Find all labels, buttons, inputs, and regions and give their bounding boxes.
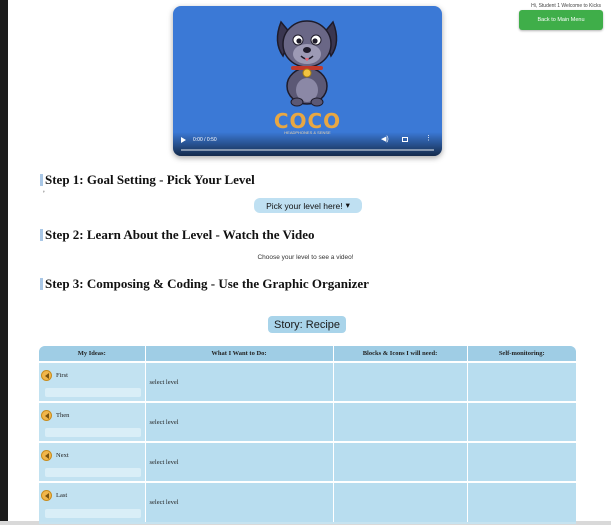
level-picker-label: Pick your level here! [266,200,343,211]
step-2-heading: Step 2: Learn About the Level - Watch th… [40,227,315,243]
action-cell[interactable]: select level [145,361,334,402]
more-options-icon[interactable]: ⋮ [425,135,432,142]
self-monitoring-cell[interactable] [467,361,576,402]
table-row: First select level [39,361,576,402]
action-cell[interactable]: select level [145,481,334,522]
column-header-self-monitoring: Self-monitoring: [467,346,576,362]
idea-input[interactable] [45,468,141,477]
step-3-label: Step 3: Composing & Coding - Use the Gra… [45,276,369,291]
idea-cell: Then [39,401,146,442]
blocks-cell[interactable] [333,401,468,442]
self-monitoring-cell[interactable] [467,481,576,522]
left-window-edge [0,0,8,525]
blocks-cell[interactable] [333,441,468,482]
video-player[interactable]: COCO HEADPHONES & SENSE 0:00 / 0:50 ◀) ⋮ [173,6,442,156]
idea-cell: Last [39,481,146,522]
fullscreen-icon[interactable] [402,137,408,142]
speaker-icon[interactable] [41,369,52,381]
self-monitoring-cell[interactable] [467,401,576,442]
idea-input[interactable] [45,509,141,518]
idea-label: First [56,371,68,379]
graphic-organizer: My Ideas: What I Want to Do: Blocks & Ic… [39,346,576,524]
organizer-table: My Ideas: What I Want to Do: Blocks & Ic… [39,346,576,522]
play-icon[interactable] [181,137,186,143]
idea-label: Next [56,451,69,459]
volume-icon[interactable]: ◀) [381,136,389,143]
back-to-main-menu-button[interactable]: Back to Main Menu [519,10,603,30]
speaker-icon[interactable] [41,489,52,501]
idea-cell: Next [39,441,146,482]
action-cell[interactable]: select level [145,441,334,482]
video-hint-text: Choose your level to see a video! [257,254,354,261]
column-header-blocks-icons: Blocks & Icons I will need: [333,346,468,362]
step-marker [40,174,43,186]
text-cursor: ʼ [43,190,45,199]
column-header-my-ideas: My Ideas: [39,346,146,362]
video-time: 0:00 / 0:50 [193,137,217,143]
speaker-icon[interactable] [41,449,52,461]
table-row: Next select level [39,441,576,482]
speaker-icon[interactable] [41,409,52,421]
column-header-what-i-want: What I Want to Do: [145,346,334,362]
step-1-heading: Step 1: Goal Setting - Pick Your Level [40,172,255,188]
coco-dog-logo [276,20,338,107]
chevron-down-icon: ▾ [345,200,350,210]
table-row: Then select level [39,401,576,442]
idea-cell: First [39,361,146,402]
welcome-text: Hi, Student 1 Welcome to Kicks [531,3,601,9]
video-controls: 0:00 / 0:50 ◀) ⋮ [173,132,442,156]
idea-input[interactable] [45,388,141,397]
blocks-cell[interactable] [333,361,468,402]
step-2-label: Step 2: Learn About the Level - Watch th… [45,227,315,242]
step-marker [40,278,43,290]
idea-label: Last [56,491,68,499]
table-row: Last select level [39,481,576,522]
level-picker-dropdown[interactable]: Pick your level here! ▾ [254,198,362,213]
step-1-label: Step 1: Goal Setting - Pick Your Level [45,172,255,187]
video-progress-bar[interactable] [181,149,434,151]
idea-input[interactable] [45,428,141,437]
action-cell[interactable]: select level [145,401,334,442]
blocks-cell[interactable] [333,481,468,522]
organizer-header-row: My Ideas: What I Want to Do: Blocks & Ic… [39,346,576,362]
idea-label: Then [56,411,70,419]
story-label: Story: Recipe [268,316,346,333]
step-3-heading: Step 3: Composing & Coding - Use the Gra… [40,276,369,292]
self-monitoring-cell[interactable] [467,441,576,482]
step-marker [40,229,43,241]
